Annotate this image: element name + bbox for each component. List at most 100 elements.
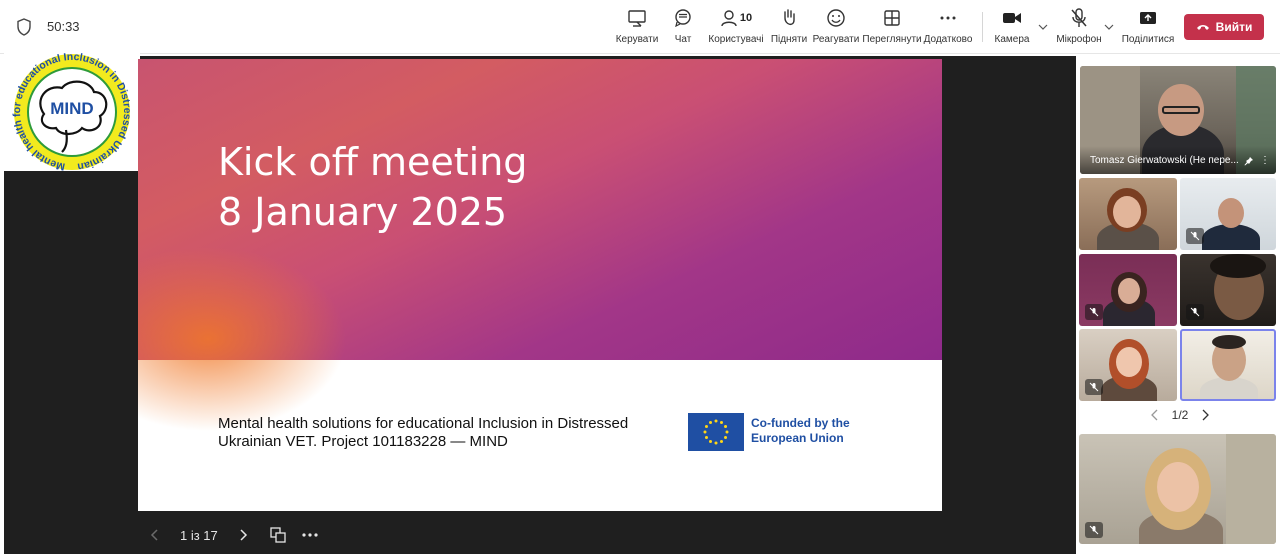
eu-star	[724, 425, 728, 428]
chevron-left-icon[interactable]	[1150, 409, 1160, 421]
eu-star	[724, 436, 728, 439]
more-button[interactable]: Додатково	[924, 8, 972, 48]
more-icon[interactable]: ⋮	[1260, 155, 1270, 166]
eu-star	[709, 420, 712, 424]
mic-off-badge	[1085, 304, 1103, 320]
avatar-hair	[1212, 335, 1246, 349]
chevron-right-icon[interactable]	[236, 528, 250, 542]
slide-gradient-banner: Kick off meeting 8 January 2025	[138, 59, 942, 439]
participant-name: Tomasz Gierwatowski (Не пере...	[1090, 155, 1239, 166]
chat-label: Чат	[674, 34, 692, 45]
background-wall	[1226, 434, 1276, 544]
logo-title: MIND	[50, 99, 93, 118]
avatar-head	[1113, 196, 1141, 228]
slide-subtitle: Mental health solutions for educational …	[218, 415, 629, 450]
mic-off-icon	[1190, 307, 1200, 317]
grid-icon	[884, 10, 900, 26]
smile-icon	[827, 9, 845, 27]
chevron-right-icon[interactable]	[1200, 409, 1210, 421]
share-icon	[1140, 12, 1156, 24]
more-icon[interactable]	[302, 533, 318, 537]
participants-pager: 1/2	[1150, 408, 1210, 422]
chevron-down-icon[interactable]	[1104, 22, 1114, 32]
participant-tile-pinned[interactable]: Tomasz Gierwatowski (Не пере... ⋮	[1080, 66, 1276, 174]
people-icon	[721, 10, 737, 27]
participant-tile[interactable]	[1180, 178, 1276, 250]
camera-button[interactable]: Камера	[994, 8, 1030, 48]
raise-hand-icon	[784, 9, 795, 25]
share-screen-icon	[628, 10, 646, 27]
slide-glow	[138, 239, 358, 439]
eu-cofunded-text: Co-funded by the European Union	[751, 416, 850, 445]
pin-icon[interactable]	[1244, 156, 1254, 166]
camera-label: Камера	[994, 34, 1030, 45]
mic-button[interactable]: Мікрофон	[1056, 8, 1102, 48]
eu-star	[703, 430, 707, 434]
people-button[interactable]: 10 Користувачі	[708, 8, 764, 48]
mind-logo: Mental health for educational Inclusion …	[0, 43, 140, 173]
chevron-down-icon[interactable]	[1038, 22, 1048, 32]
eu-flag-icon	[688, 413, 744, 451]
mic-off-icon	[1089, 525, 1099, 535]
eu-star	[709, 440, 712, 444]
shield-icon	[17, 18, 31, 36]
mic-off-badge	[1186, 304, 1204, 320]
eu-star	[720, 420, 723, 424]
avatar-head	[1157, 462, 1199, 512]
eu-star	[720, 440, 723, 444]
phone-hangup-icon	[1196, 25, 1209, 30]
meeting-timer: 50:33	[47, 19, 80, 34]
more-label: Додатково	[923, 34, 973, 45]
avatar-head	[1118, 278, 1140, 304]
slide-title-line1: Kick off meeting	[218, 140, 528, 184]
view-button[interactable]: Переглянути	[862, 8, 922, 48]
control-button[interactable]: Керувати	[616, 8, 658, 48]
mic-off-badge	[1085, 522, 1103, 538]
participant-tile[interactable]	[1180, 254, 1276, 326]
react-label: Реагувати	[812, 34, 860, 45]
mic-off-icon	[1089, 307, 1099, 317]
share-button[interactable]: Поділитися	[1122, 8, 1174, 48]
mind-logo-graphic: Mental health for educational Inclusion …	[0, 43, 133, 173]
eu-star	[714, 419, 718, 423]
mic-off-icon	[1190, 231, 1200, 241]
mic-off-icon	[1089, 382, 1099, 392]
slide-sorter-icon[interactable]	[270, 527, 286, 543]
slide-position: 1 із 17	[180, 527, 218, 543]
leave-label: Вийти	[1215, 20, 1253, 34]
react-button[interactable]: Реагувати	[812, 8, 860, 48]
view-label: Переглянути	[862, 34, 922, 45]
chevron-left-icon[interactable]	[148, 528, 162, 542]
mic-label: Мікрофон	[1056, 34, 1102, 45]
participant-tile[interactable]	[1079, 329, 1177, 401]
participant-tile[interactable]	[1079, 254, 1177, 326]
participant-tile-self[interactable]	[1079, 434, 1276, 544]
eu-star	[725, 430, 729, 434]
slide-navigation: 1 із 17	[148, 524, 318, 546]
raise-hand-button[interactable]: Підняти	[770, 8, 808, 48]
slide-title: Kick off meeting 8 January 2025	[218, 137, 527, 237]
mic-off-badge	[1085, 379, 1103, 395]
presentation-slide: Kick off meeting 8 January 2025 Mental h…	[138, 59, 942, 511]
leave-button[interactable]: Вийти	[1184, 14, 1264, 40]
glasses-icon	[1162, 106, 1200, 114]
mic-off-icon	[1071, 8, 1087, 27]
participant-tile[interactable]	[1079, 178, 1177, 250]
eu-star	[714, 441, 718, 445]
raise-hand-label: Підняти	[770, 34, 808, 45]
eu-star	[704, 425, 708, 428]
more-icon	[940, 16, 956, 20]
participant-tile-active-speaker[interactable]	[1180, 329, 1276, 401]
share-label: Поділитися	[1121, 34, 1175, 45]
control-label: Керувати	[615, 34, 659, 45]
people-count: 10	[739, 12, 753, 24]
meeting-toolbar: 50:33 Керувати Чат 10 Користувачі Піднят…	[0, 0, 1280, 54]
toolbar-divider	[982, 12, 983, 42]
slide-title-line2: 8 January 2025	[218, 190, 508, 234]
avatar-hair	[1210, 254, 1266, 278]
avatar-head	[1218, 198, 1244, 228]
avatar-head	[1116, 347, 1142, 377]
camera-icon	[1003, 13, 1021, 23]
chat-button[interactable]: Чат	[666, 8, 700, 48]
eu-star	[704, 436, 708, 439]
